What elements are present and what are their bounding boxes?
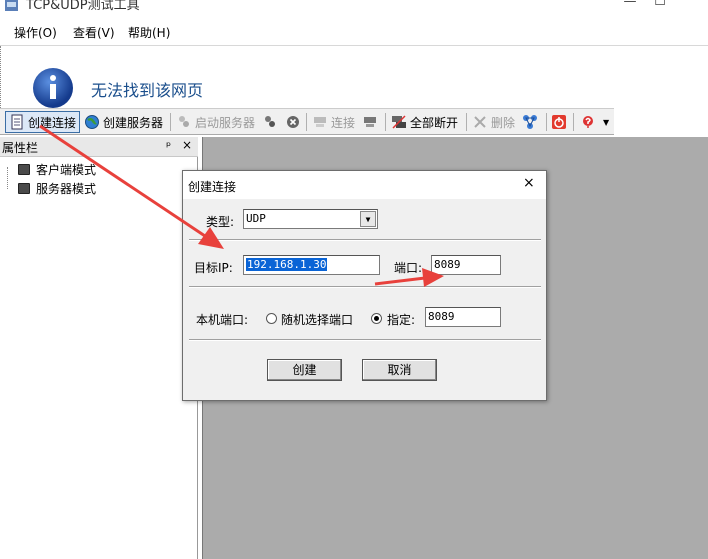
- specify-port-field[interactable]: 8089: [425, 307, 501, 327]
- menu-help[interactable]: 帮助(H): [128, 24, 170, 41]
- port-value: 8089: [434, 258, 461, 271]
- computer-icon: [18, 182, 30, 194]
- close-circle-icon: [287, 116, 299, 128]
- disconnect-all-icon: [392, 115, 406, 129]
- delete-label: 删除: [491, 115, 516, 130]
- menu-operation[interactable]: 操作(O): [14, 24, 57, 41]
- help-tool-button[interactable]: [580, 111, 596, 133]
- create-server-label: 创建服务器: [103, 115, 164, 130]
- dialog-title: 创建连接: [188, 180, 237, 194]
- info-icon: [33, 68, 73, 108]
- cancel-button[interactable]: 取消: [362, 359, 437, 381]
- connect-icon: [314, 117, 326, 127]
- app-icon: [5, 0, 18, 11]
- toolbar-separator: [546, 113, 547, 131]
- computer-icon: [18, 163, 30, 175]
- create-connection-dialog: 创建连接 × 类型: UDP ▼ 目标IP: 192.168.1.30 端口: …: [182, 170, 547, 401]
- toolbar-overflow-icon[interactable]: ▼: [603, 111, 609, 133]
- random-port-label: 随机选择端口: [281, 313, 354, 327]
- document-icon: [11, 114, 23, 130]
- network-button[interactable]: [522, 111, 538, 133]
- specify-label: 指定:: [387, 313, 416, 327]
- local-port-label: 本机端口:: [196, 313, 249, 327]
- port-label: 端口:: [394, 261, 423, 275]
- server-start-icon: [179, 116, 189, 127]
- panel-header: 属性栏 ᵖ ×: [0, 137, 198, 157]
- tree-item-label: 客户端模式: [36, 162, 97, 177]
- maximize-button[interactable]: ☐: [645, 0, 675, 12]
- type-label: 类型:: [206, 215, 235, 229]
- toolbar: 创建连接 创建服务器 启动服务器 连接 全部断开 删除 ▼: [0, 108, 614, 135]
- port-field[interactable]: 8089: [431, 255, 501, 275]
- panel-title: 属性栏: [2, 141, 39, 155]
- window-title: TCP&UDP测试工具: [26, 0, 140, 13]
- toolbar-separator: [573, 113, 574, 131]
- toolbar-separator: [306, 113, 307, 131]
- minimize-button[interactable]: —: [615, 0, 645, 12]
- power-icon: [552, 115, 566, 129]
- tree-item-label: 服务器模式: [36, 181, 97, 196]
- pin-icon[interactable]: ᵖ: [166, 139, 171, 153]
- close-server-button[interactable]: [285, 111, 301, 133]
- target-ip-field[interactable]: 192.168.1.30: [243, 255, 380, 275]
- create-connection-button[interactable]: 创建连接: [5, 111, 81, 133]
- tree-lines: [7, 167, 17, 189]
- toolbar-separator: [170, 113, 171, 131]
- divider: [189, 339, 541, 341]
- connect-label: 连接: [331, 115, 356, 130]
- create-connection-label: 创建连接: [28, 115, 77, 130]
- connect-button[interactable]: 连接: [312, 111, 355, 133]
- dialog-close-icon[interactable]: ×: [523, 175, 535, 191]
- power-button[interactable]: [551, 111, 567, 133]
- target-ip-label: 目标IP:: [194, 261, 233, 275]
- disconnect-all-button[interactable]: 全部断开: [391, 111, 458, 133]
- menu-view[interactable]: 查看(V): [73, 24, 115, 41]
- tree-item-client-mode[interactable]: 客户端模式: [18, 161, 96, 177]
- network-icon: [523, 115, 537, 129]
- tree-item-server-mode[interactable]: 服务器模式: [18, 180, 96, 196]
- globe-icon: [85, 115, 99, 129]
- delete-button[interactable]: 删除: [472, 111, 515, 133]
- panel-close-icon[interactable]: ×: [182, 138, 192, 152]
- create-button[interactable]: 创建: [267, 359, 342, 381]
- property-panel: 属性栏 ᵖ × 客户端模式 服务器模式: [0, 137, 198, 559]
- start-server-button[interactable]: 启动服务器: [176, 111, 255, 133]
- disconnect-button[interactable]: [362, 111, 378, 133]
- browser-area: 无法找到该网页: [0, 46, 708, 108]
- create-server-button[interactable]: 创建服务器: [84, 111, 163, 133]
- toolbar-separator: [385, 113, 386, 131]
- start-server-label: 启动服务器: [195, 115, 256, 130]
- toolbar-separator: [466, 113, 467, 131]
- disconnect-all-label: 全部断开: [410, 115, 459, 130]
- menu-bar: 操作(O) 查看(V) 帮助(H): [0, 18, 708, 46]
- type-select[interactable]: UDP ▼: [243, 209, 378, 229]
- divider: [189, 286, 541, 288]
- stop-server-button[interactable]: [262, 111, 278, 133]
- dialog-titlebar: 创建连接 ×: [183, 171, 546, 199]
- scissors-icon: [474, 116, 486, 128]
- specify-port-radio[interactable]: [371, 313, 382, 324]
- disconnect-icon: [364, 117, 376, 127]
- type-select-value: UDP: [246, 212, 266, 225]
- divider: [189, 239, 541, 241]
- window-titlebar: TCP&UDP测试工具 — ☐: [0, 0, 708, 18]
- random-port-radio[interactable]: [266, 313, 277, 324]
- browser-error-message: 无法找到该网页: [91, 81, 204, 100]
- help-tool-icon: [583, 116, 593, 128]
- specify-port-value: 8089: [428, 310, 455, 323]
- server-icon: [265, 116, 275, 127]
- chevron-down-icon[interactable]: ▼: [360, 211, 376, 227]
- target-ip-value: 192.168.1.30: [246, 258, 328, 271]
